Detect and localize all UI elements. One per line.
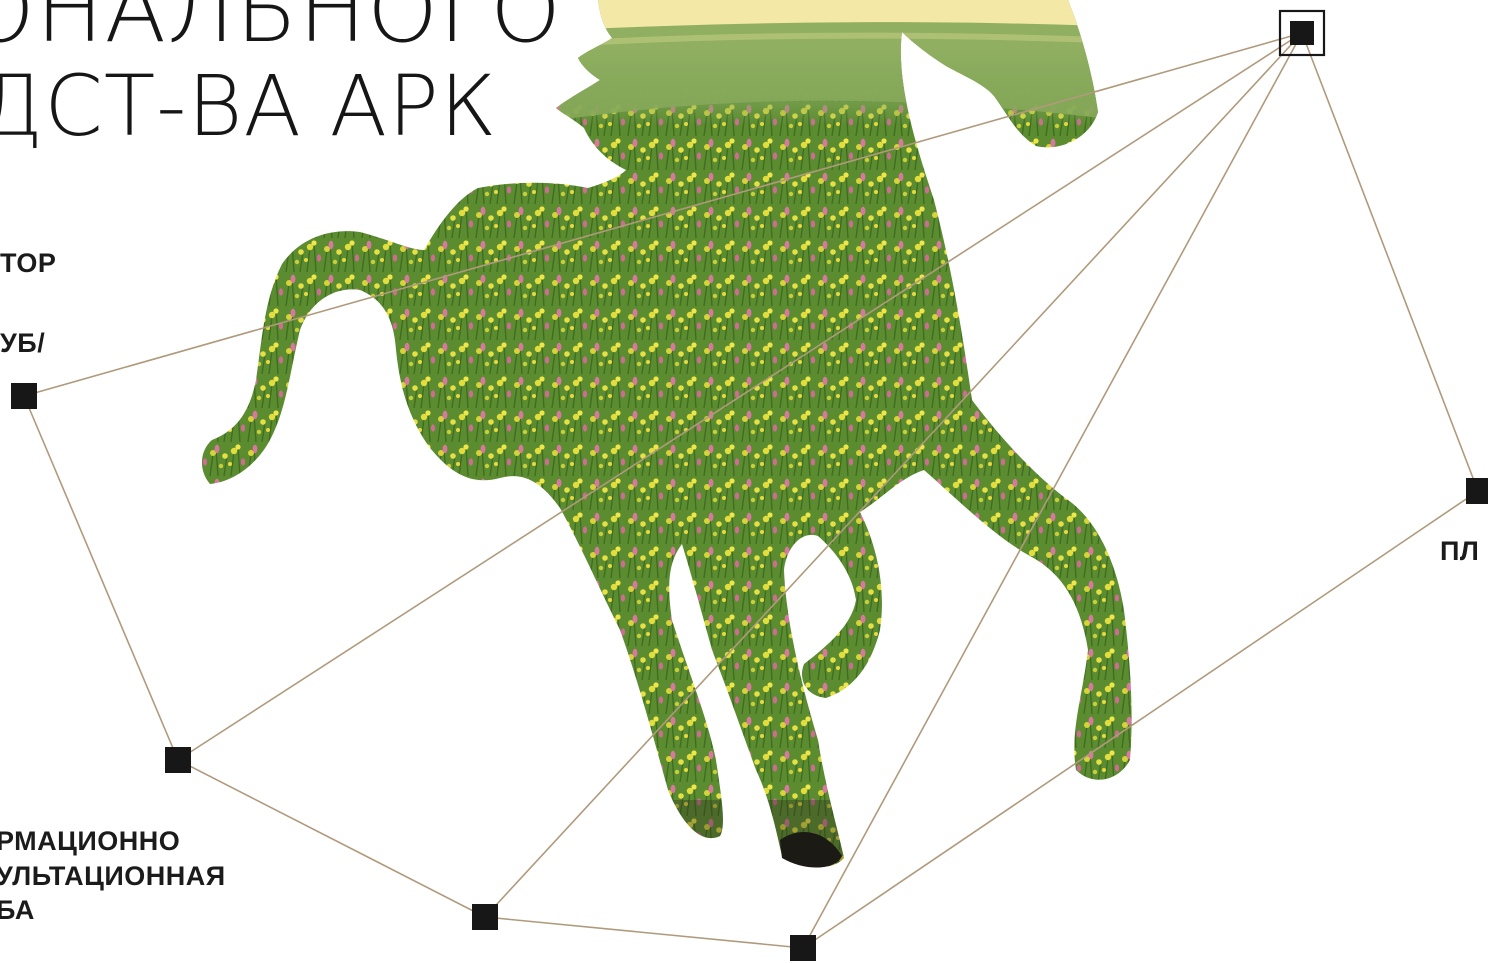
title-line-2: ДСТ-ВА АРК: [0, 57, 498, 155]
node-left: [11, 383, 37, 409]
network-label-4: ПЛ: [1440, 536, 1480, 566]
node-bottom-right: [790, 935, 816, 961]
node-lower-left: [165, 747, 191, 773]
node-right: [1466, 478, 1488, 504]
slide: ОНАЛЬНОГО ДСТ-ВА АРК ТОР УБ/ РМАЦИОННО У…: [0, 0, 1488, 963]
node-top: [1290, 21, 1314, 45]
network-label-1: ТОР: [0, 248, 57, 278]
network-label-3: РМАЦИОННО УЛЬТАЦИОННАЯ БА: [0, 826, 226, 926]
node-bottom: [472, 904, 498, 930]
network-label-2: УБ/: [0, 328, 46, 358]
title-line-1: ОНАЛЬНОГО: [0, 0, 562, 63]
